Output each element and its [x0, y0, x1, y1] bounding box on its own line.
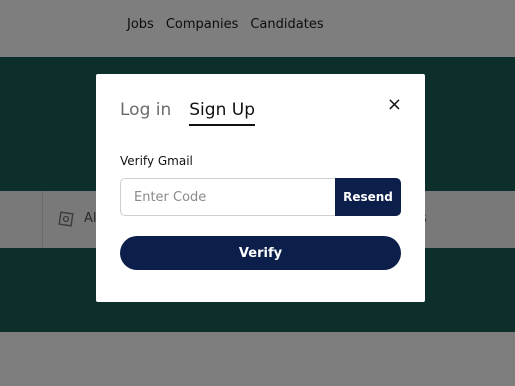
verification-code-input[interactable]	[120, 178, 335, 216]
tab-sign-up[interactable]: Sign Up	[189, 100, 255, 126]
auth-tabs: Log in Sign Up	[120, 100, 255, 126]
close-icon[interactable]: ×	[387, 96, 402, 114]
verify-gmail-label: Verify Gmail	[120, 154, 193, 168]
resend-button[interactable]: Resend	[335, 178, 401, 216]
verify-button[interactable]: Verify	[120, 236, 401, 270]
code-row: Resend	[120, 178, 401, 216]
signup-modal: Log in Sign Up × Verify Gmail Resend Ver…	[96, 74, 425, 302]
tab-log-in[interactable]: Log in	[120, 100, 171, 126]
